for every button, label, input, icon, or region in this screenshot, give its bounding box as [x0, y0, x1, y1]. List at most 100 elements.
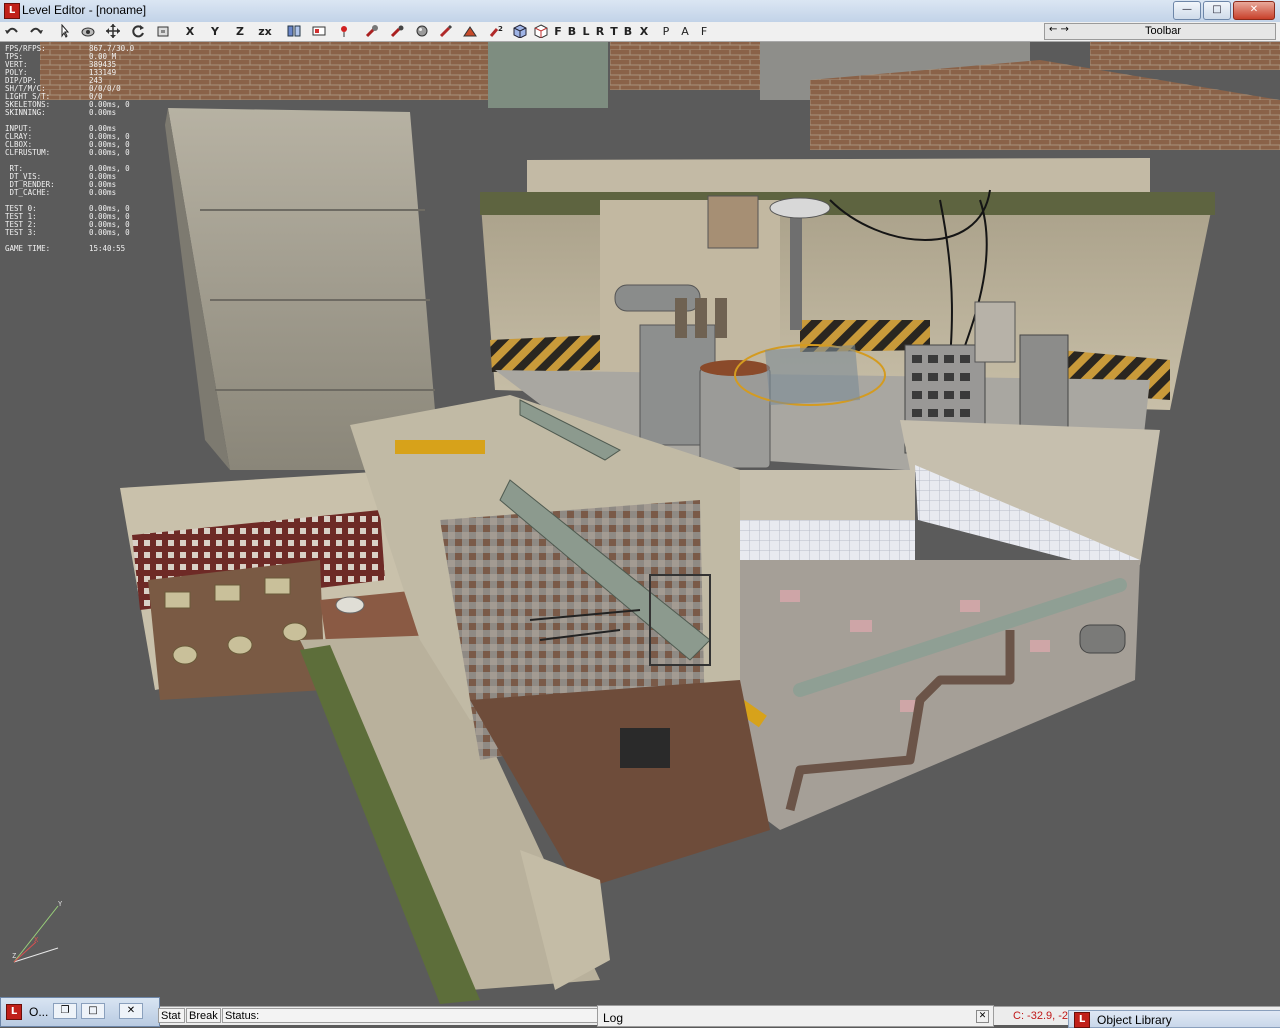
insulator-2: [695, 298, 707, 338]
vent-grille: [707, 195, 759, 249]
undo-icon: [5, 27, 18, 34]
tool-a-button[interactable]: [362, 23, 382, 40]
cube-icon: [513, 24, 527, 38]
snap-vertex-button[interactable]: [334, 23, 354, 40]
axis-zx-button[interactable]: zx: [255, 23, 275, 40]
pencil-icon: [439, 24, 453, 38]
move-tool-button[interactable]: [103, 23, 123, 40]
snap-object-button[interactable]: [309, 23, 329, 40]
app-logo-icon: L: [4, 3, 20, 19]
axis-gizmo: Y X Z: [12, 900, 63, 963]
view-reset-button[interactable]: X: [634, 23, 654, 40]
undo-button[interactable]: [2, 23, 22, 40]
crane-pole: [790, 200, 802, 330]
stat-value: 0.00ms, 0: [89, 148, 130, 157]
stat-row: TEST 3: 0.00ms, 0: [5, 229, 134, 237]
stat-key: TEST 3:: [5, 228, 37, 237]
axis-y-line: [13, 905, 59, 963]
break-button[interactable]: Break: [186, 1008, 221, 1023]
ceiling-lamp: [769, 197, 831, 219]
transformer-tank: [614, 284, 701, 312]
stat-key: CLFRUSTUM:: [5, 148, 51, 157]
insulator-1: [675, 298, 687, 338]
axis-x-button[interactable]: X: [180, 23, 200, 40]
insulator-3: [715, 298, 727, 338]
wall-panel: [974, 301, 1016, 363]
axis-z-label: Z: [12, 952, 16, 960]
sphere-button[interactable]: [412, 23, 432, 40]
maximize-button[interactable]: □: [1203, 1, 1231, 20]
redo-icon: [30, 27, 43, 34]
hazard-stripe-left: [490, 335, 600, 372]
mode-f-button[interactable]: F: [694, 23, 714, 40]
stat-value: 0.00ms: [89, 108, 117, 117]
sphere-icon: [416, 25, 428, 37]
tool-b-button[interactable]: [387, 23, 407, 40]
counter-wall: [740, 470, 915, 520]
select-tool-button[interactable]: [54, 23, 74, 40]
scale-tool-button[interactable]: [153, 23, 173, 40]
main-toolbar: X Y Z zx 2 F B L R T B X P A F ← → Toolb…: [0, 22, 1280, 42]
axis-y-button[interactable]: Y: [205, 23, 225, 40]
close-button[interactable]: ✕: [1233, 1, 1275, 20]
app-logo-icon-small: L: [6, 1004, 22, 1020]
rotate-tool-button[interactable]: [128, 23, 148, 40]
tool-c-button[interactable]: [436, 23, 456, 40]
yellow-beam: [395, 440, 485, 454]
minimized-window-tab[interactable]: L O... ❐ □ ✕: [0, 997, 160, 1027]
stat-row: SKINNING: 0.00ms: [5, 109, 134, 117]
room-top-edge: [527, 158, 1150, 195]
wireframe-cube-icon: [534, 24, 548, 38]
toolbar-panel[interactable]: ← → Toolbar: [1044, 23, 1276, 40]
window-title: Level Editor - [noname]: [22, 3, 147, 17]
restore-button[interactable]: ❐: [53, 1003, 77, 1019]
stat-row: DT_CACHE: 0.00ms: [5, 189, 134, 197]
camera-tool-button[interactable]: [78, 23, 98, 40]
brick-wall-corner: [1090, 42, 1280, 70]
stat-key: DT_CACHE:: [5, 188, 51, 197]
stat-value: 0.00ms: [89, 188, 117, 197]
stat-value: 15:40:55: [89, 244, 126, 253]
stairwell: [620, 728, 670, 768]
redo-button[interactable]: [26, 23, 46, 40]
log-label: Log: [603, 1011, 624, 1025]
toolbar-panel-label: Toolbar: [1145, 25, 1182, 37]
stat-button[interactable]: Stat: [158, 1008, 185, 1023]
move-icon: [106, 24, 120, 38]
snap-grid-button[interactable]: [284, 23, 304, 40]
log-close-button[interactable]: ✕: [976, 1010, 989, 1023]
cursor-icon: [61, 24, 70, 38]
stat-row: CLFRUSTUM: 0.00ms, 0: [5, 149, 134, 157]
wrench-icon: [365, 25, 378, 38]
stat-key: SKINNING:: [5, 108, 46, 117]
mode-p-button[interactable]: P: [656, 23, 676, 40]
close-small-button[interactable]: ✕: [119, 1003, 143, 1019]
metal-door-panel: [488, 42, 608, 108]
render-stats-overlay: FPS/RFPS: 867.7/30.0 TPS: 0.00 M VERT: 389435…: [5, 45, 134, 253]
tool-e-button[interactable]: 2: [486, 23, 506, 40]
axis-z-button[interactable]: Z: [230, 23, 250, 40]
moss-band: [480, 192, 1215, 215]
grid-snap-icon: [287, 25, 301, 37]
rusty-cylinder: [699, 367, 771, 469]
axis-y-label: Y: [58, 900, 63, 908]
svg-text:2: 2: [498, 25, 503, 33]
toolbar-panel-arrows[interactable]: ← →: [1049, 24, 1069, 35]
3d-viewport[interactable]: FPS/RFPS: 867.7/30.0 TPS: 0.00 M VERT: 389435…: [0, 42, 1280, 1006]
pump: [1079, 624, 1126, 654]
glass-dome: [765, 345, 860, 405]
minimize-button[interactable]: —: [1173, 1, 1201, 20]
maximize-small-button[interactable]: □: [81, 1003, 105, 1019]
object-library-tab[interactable]: L Object Library: [1068, 1010, 1280, 1028]
scale-icon: [157, 26, 169, 37]
tool-d-button[interactable]: [460, 23, 480, 40]
mode-a-button[interactable]: A: [675, 23, 695, 40]
side-cabinet: [1019, 334, 1069, 431]
stat-key: GAME TIME:: [5, 244, 51, 253]
status-field: Status:: [222, 1008, 597, 1023]
pin-icon: [341, 26, 347, 37]
object-library-icon: L: [1074, 1012, 1090, 1028]
squared-icon: 2: [489, 25, 503, 37]
cube-view-button[interactable]: [510, 23, 530, 40]
stat-row: GAME TIME: 15:40:55: [5, 245, 134, 253]
